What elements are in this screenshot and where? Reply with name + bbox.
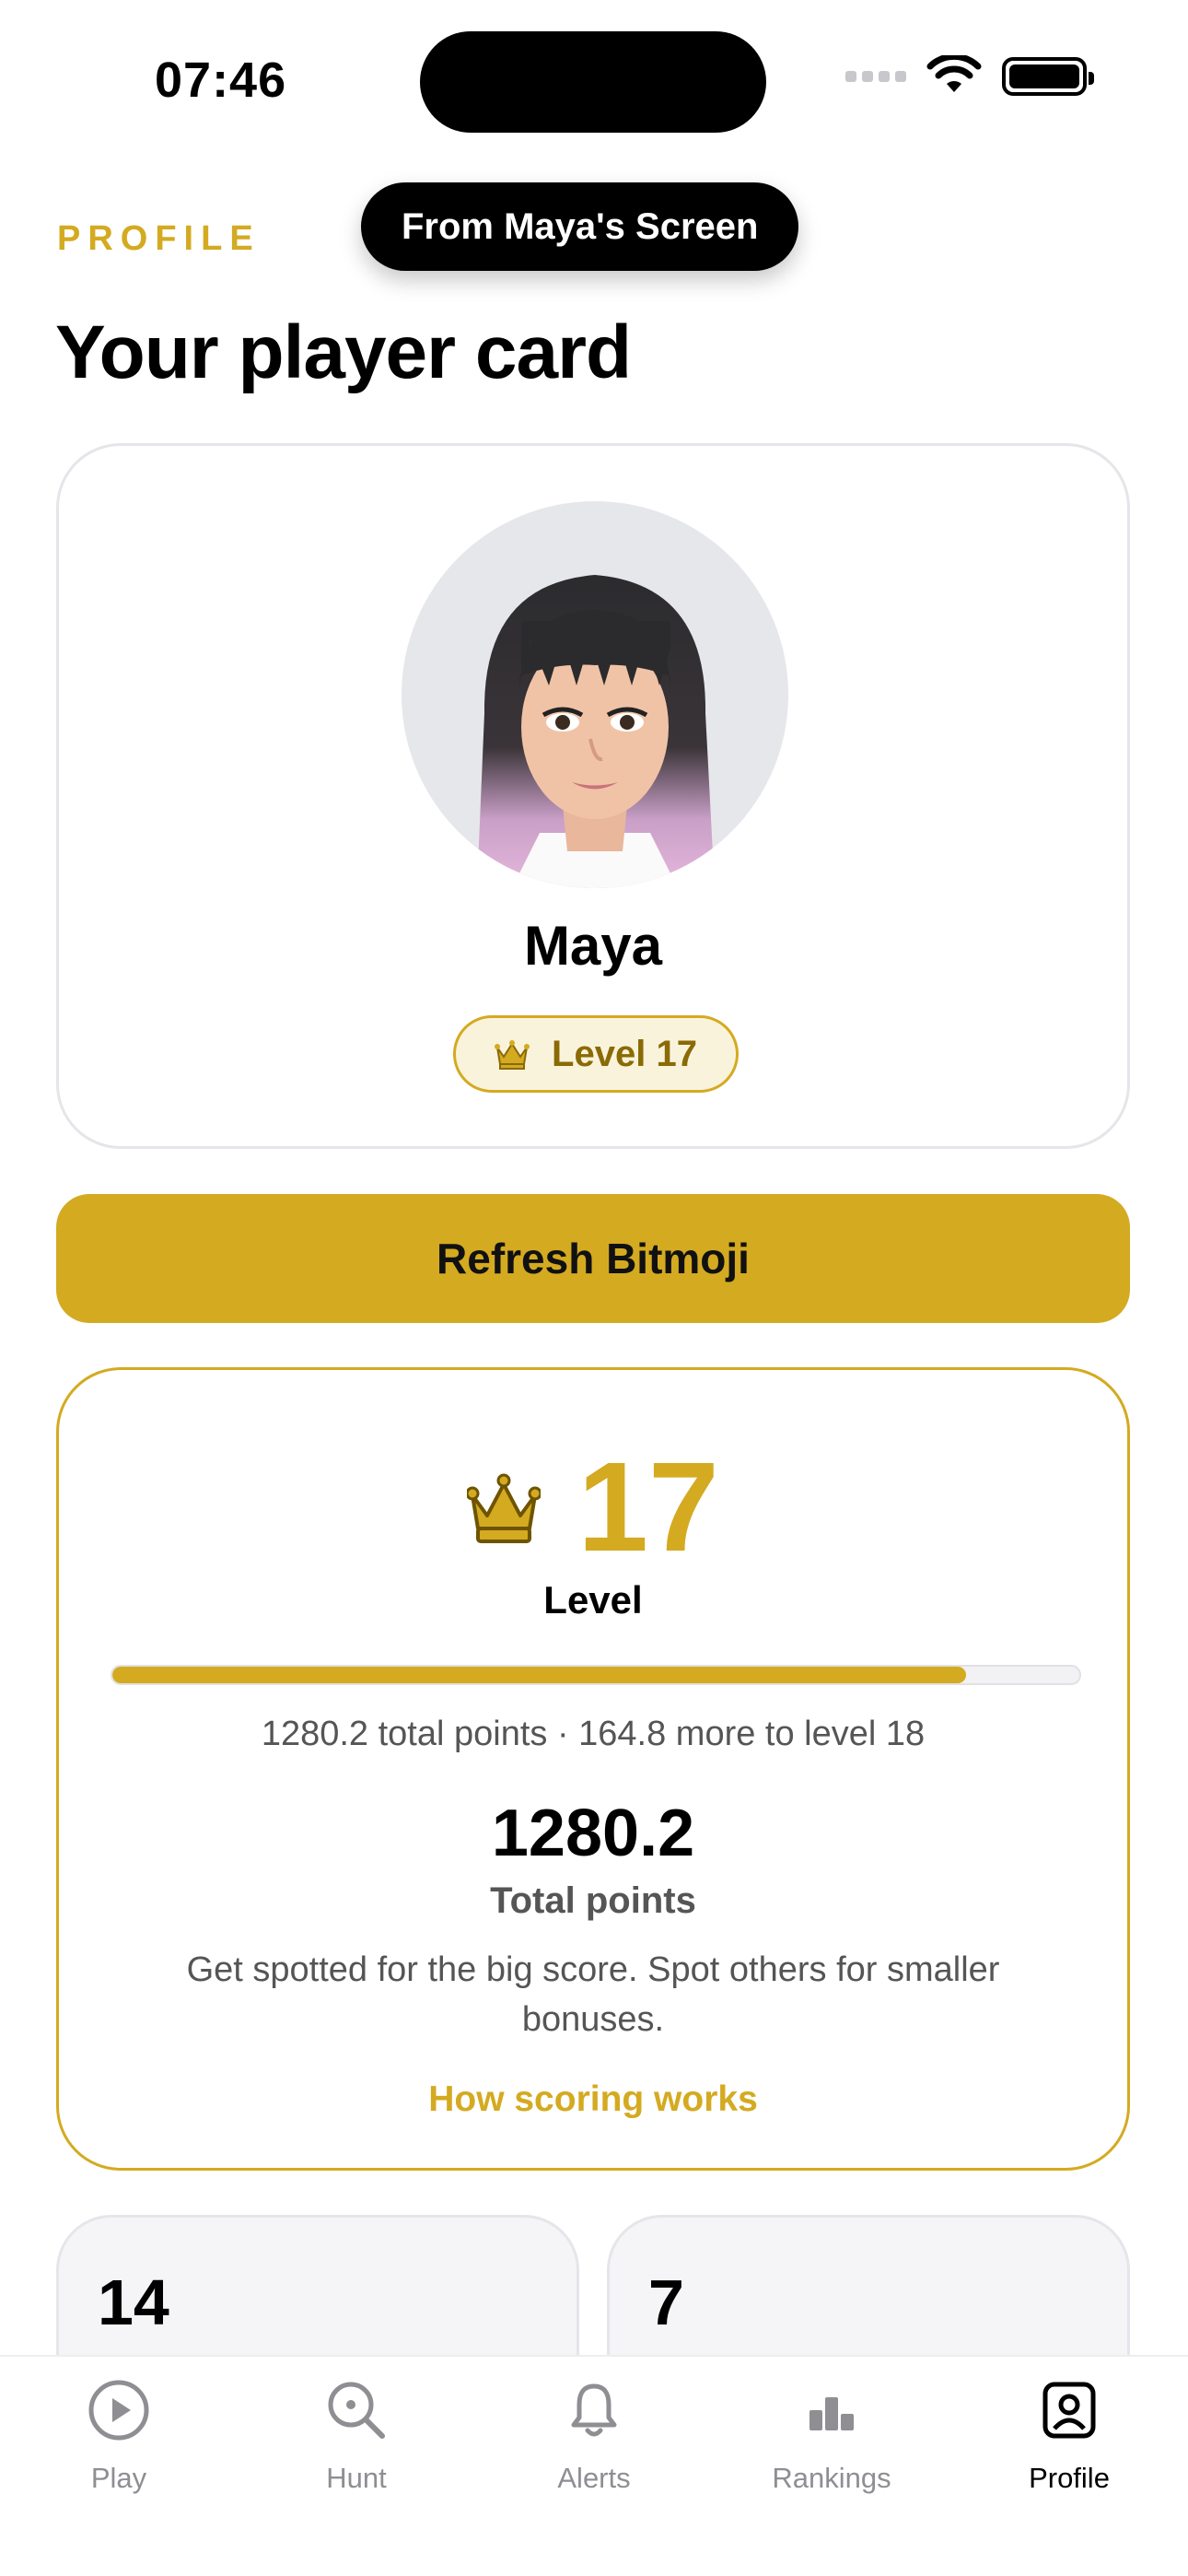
tab-label: Alerts [557, 2462, 631, 2494]
total-points-value: 1280.2 [491, 1797, 695, 1870]
tab-bar: Play Hunt Alerts Rankings Profile [0, 2355, 1188, 2576]
bell-icon [571, 2383, 617, 2437]
stat-value: 7 [648, 2266, 684, 2338]
level-badge: Level 17 [453, 1015, 739, 1093]
bar-chart-icon [809, 2397, 854, 2430]
wifi-icon [926, 55, 982, 92]
cellular-signal-icon [845, 71, 906, 82]
tab-label: Hunt [326, 2462, 387, 2494]
tab-label: Rankings [772, 2462, 891, 2494]
crown-icon [467, 1473, 542, 1543]
avatar [402, 501, 788, 888]
player-name: Maya [523, 915, 663, 977]
tab-alerts[interactable]: Alerts [475, 2357, 713, 2576]
total-points-label: Total points [490, 1880, 696, 1921]
play-circle-icon [88, 2380, 149, 2441]
section-label: PROFILE [57, 219, 261, 258]
status-time: 07:46 [155, 53, 287, 108]
scoring-description: Get spotted for the big score. Spot othe… [186, 1950, 1000, 2039]
refresh-bitmoji-button[interactable]: Refresh Bitmoji [56, 1194, 1130, 1323]
tab-play[interactable]: Play [0, 2357, 238, 2576]
level-number: 17 [577, 1436, 719, 1578]
screen-source-pill: From Maya's Screen [361, 182, 799, 271]
crown-icon [495, 1040, 530, 1070]
search-icon [328, 2382, 385, 2439]
status-icons [845, 55, 1094, 98]
level-row: 17 [59, 1444, 1127, 1571]
stat-value: 14 [98, 2266, 169, 2338]
level-progress-bar [111, 1665, 1081, 1685]
dynamic-island [420, 31, 766, 133]
profile-icon [1042, 2382, 1096, 2439]
tab-label: Profile [1029, 2462, 1110, 2494]
player-avatar-card: Maya Level 17 [56, 443, 1130, 1149]
level-card: 17 Level 1280.2 total points · 164.8 mor… [56, 1367, 1130, 2171]
page-title: Your player card [55, 310, 632, 394]
level-progress-fill [112, 1667, 967, 1683]
tab-profile[interactable]: Profile [950, 2357, 1188, 2576]
tab-hunt[interactable]: Hunt [238, 2357, 475, 2576]
progress-text: 1280.2 total points · 164.8 more to leve… [261, 1715, 926, 1753]
level-caption: Level [543, 1578, 643, 1622]
how-scoring-works-link[interactable]: How scoring works [59, 2079, 1127, 2120]
tab-label: Play [90, 2462, 147, 2494]
tab-rankings[interactable]: Rankings [713, 2357, 950, 2576]
level-badge-label: Level 17 [552, 1033, 697, 1074]
bitmoji-avatar-image [477, 575, 715, 888]
battery-icon [1002, 57, 1094, 96]
